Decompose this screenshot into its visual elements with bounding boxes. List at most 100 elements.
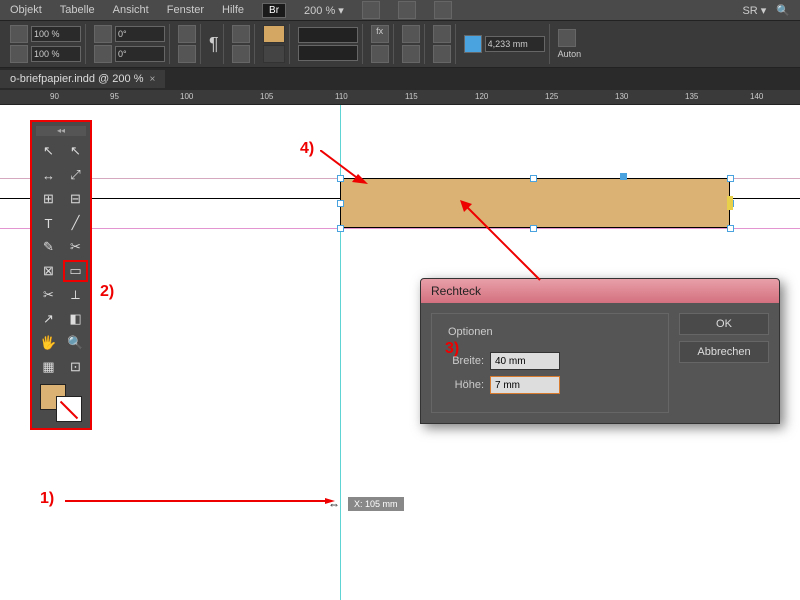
scissors-tool[interactable]: ✂ <box>36 284 61 306</box>
out-port[interactable] <box>727 196 733 210</box>
distribute-icon[interactable] <box>232 45 250 63</box>
flip-h-icon[interactable] <box>178 25 196 43</box>
link-icon[interactable] <box>10 45 28 63</box>
bridge-badge[interactable]: Br <box>262 3 286 18</box>
ruler-tick: 90 <box>50 92 59 101</box>
arrow-1 <box>65 498 335 504</box>
selection-handle[interactable] <box>727 225 734 232</box>
zoom-tool[interactable]: 🔍 <box>63 332 88 354</box>
pencil-tool[interactable]: ✂ <box>63 236 88 258</box>
color-swatches <box>36 384 86 424</box>
height-label: Höhe: <box>444 379 484 391</box>
menu-ansicht[interactable]: Ansicht <box>113 4 149 16</box>
menu-tabelle[interactable]: Tabelle <box>60 4 95 16</box>
scale-x-input[interactable] <box>31 26 81 42</box>
annotation-1: 1) <box>40 490 54 508</box>
ruler-tick: 95 <box>110 92 119 101</box>
tab-title: o-briefpapier.indd @ 200 % <box>10 73 143 85</box>
ruler-tick: 105 <box>260 92 273 101</box>
menubar: Objekt Tabelle Ansicht Fenster Hilfe Br … <box>0 0 800 20</box>
fill-swatch[interactable] <box>263 25 285 43</box>
dimension-input[interactable] <box>485 36 545 52</box>
page-tool[interactable]: ↔ <box>36 164 61 186</box>
stroke-style[interactable] <box>298 27 358 43</box>
direct-selection-tool[interactable]: ↖ <box>63 140 88 162</box>
menu-fenster[interactable]: Fenster <box>167 4 204 16</box>
paragraph-icon[interactable]: ¶ <box>209 34 219 55</box>
hand-tool[interactable]: 🖐 <box>36 332 61 354</box>
pen-tool[interactable]: ✎ <box>36 236 61 258</box>
menu-hilfe[interactable]: Hilfe <box>222 4 244 16</box>
selection-handle[interactable] <box>727 175 734 182</box>
annotation-3: 3) <box>445 340 459 358</box>
screen-mode-icon[interactable] <box>398 1 416 19</box>
options-label: Optionen <box>444 326 497 338</box>
free-transform-tool[interactable]: ⟂ <box>63 284 88 306</box>
tool-panel[interactable]: ◂◂ ↖ ↖ ↔ ⤢ ⊞ ⊟ T ╱ ✎ ✂ ⊠ ▭ ✂ ⟂ ↗ ◧ 🖐 🔍 ▦… <box>30 120 92 430</box>
close-icon[interactable]: × <box>149 74 155 85</box>
stroke-color-swatch[interactable] <box>56 396 82 422</box>
scale-y-input[interactable] <box>31 46 81 62</box>
shear-input[interactable] <box>115 46 165 62</box>
corner1-icon[interactable] <box>433 25 451 43</box>
arrow-3-to-rect <box>460 200 560 285</box>
extra-icon[interactable] <box>558 29 576 47</box>
auto-label[interactable]: Auton <box>558 49 582 59</box>
annotation-4: 4) <box>300 140 314 158</box>
ruler-tick: 130 <box>615 92 628 101</box>
selection-handle[interactable] <box>337 200 344 207</box>
gradient-swatch-tool[interactable]: ↗ <box>36 308 61 330</box>
rotate-icon[interactable] <box>94 25 112 43</box>
arrange-icon[interactable] <box>434 1 452 19</box>
line-tool[interactable]: ╱ <box>63 212 88 234</box>
ruler-tick: 135 <box>685 92 698 101</box>
wrap2-icon[interactable] <box>402 45 420 63</box>
rectangle-tool[interactable]: ▭ <box>63 260 88 282</box>
rectangle-dialog[interactable]: Rechteck Optionen Breite: Höhe: OK Abbre… <box>420 278 780 424</box>
rotate-input[interactable] <box>115 26 165 42</box>
annotation-2: 2) <box>100 283 114 301</box>
stroke-swatch[interactable] <box>263 45 285 63</box>
frame-fit-icon[interactable] <box>464 35 482 53</box>
stroke-weight[interactable] <box>298 45 358 61</box>
ruler-tick: 120 <box>475 92 488 101</box>
ruler-tick: 125 <box>545 92 558 101</box>
ruler-tick: 110 <box>335 92 348 101</box>
align-icon[interactable] <box>232 25 250 43</box>
content-placer-tool[interactable]: ⊟ <box>63 188 88 210</box>
document-tab[interactable]: o-briefpapier.indd @ 200 % × <box>0 70 165 88</box>
workspace-switcher[interactable]: SR ▾ <box>742 4 766 17</box>
selection-handle[interactable] <box>620 173 627 180</box>
menu-objekt[interactable]: Objekt <box>10 4 42 16</box>
selection-handle[interactable] <box>337 225 344 232</box>
gap-tool[interactable]: ⤢ <box>63 164 88 186</box>
ref-point-icon[interactable] <box>10 25 28 43</box>
flip-v-icon[interactable] <box>178 45 196 63</box>
width-input[interactable] <box>490 352 560 370</box>
view-mode-icon[interactable] <box>362 1 380 19</box>
control-toolbar: ¶ fx Auton <box>0 20 800 68</box>
horizontal-ruler[interactable]: 90 95 100 105 110 115 120 125 130 135 14… <box>0 90 800 105</box>
search-icon[interactable]: 🔍 <box>776 4 790 17</box>
ok-button[interactable]: OK <box>679 313 769 335</box>
content-collector-tool[interactable]: ⊞ <box>36 188 61 210</box>
frame-tool[interactable]: ⊠ <box>36 260 61 282</box>
shear-icon[interactable] <box>94 45 112 63</box>
corner2-icon[interactable] <box>433 45 451 63</box>
wrap1-icon[interactable] <box>402 25 420 43</box>
panel-grip[interactable]: ◂◂ <box>36 126 86 136</box>
cancel-button[interactable]: Abbrechen <box>679 341 769 363</box>
selection-handle[interactable] <box>530 175 537 182</box>
fx-icon[interactable]: fx <box>371 25 389 43</box>
height-input[interactable] <box>490 376 560 394</box>
selection-tool[interactable]: ↖ <box>36 140 61 162</box>
document-tabbar: o-briefpapier.indd @ 200 % × <box>0 68 800 90</box>
gradient-feather-tool[interactable]: ◧ <box>63 308 88 330</box>
eyedropper-tool[interactable]: ⊡ <box>63 356 88 378</box>
note-tool[interactable]: ▦ <box>36 356 61 378</box>
ruler-tick: 140 <box>750 92 763 101</box>
opacity-icon[interactable] <box>371 45 389 63</box>
guide-h[interactable] <box>0 228 800 229</box>
type-tool[interactable]: T <box>36 212 61 234</box>
zoom-level[interactable]: 200 % ▾ <box>304 4 344 17</box>
